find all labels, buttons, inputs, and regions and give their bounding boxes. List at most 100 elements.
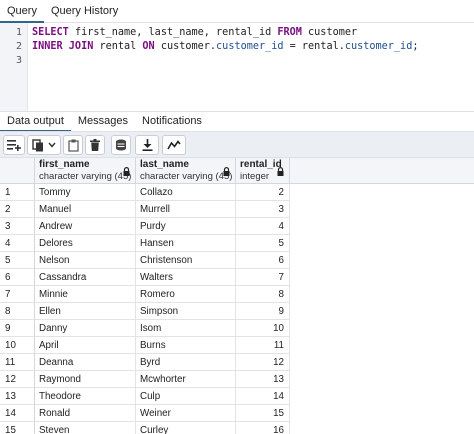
row-number-cell[interactable]: 15 — [0, 422, 35, 434]
first-name-cell[interactable]: Deanna — [35, 354, 136, 371]
table-row[interactable]: 2 Manuel Murrell 3 — [0, 201, 290, 218]
tab-messages[interactable]: Messages — [71, 112, 135, 132]
first-name-cell[interactable]: April — [35, 337, 136, 354]
rental-id-cell[interactable]: 12 — [236, 354, 290, 371]
last-name-cell[interactable]: Collazo — [136, 184, 236, 201]
table-row[interactable]: 15 Steven Curley 16 — [0, 422, 290, 434]
code-line[interactable]: SELECT first_name, last_name, rental_id … — [32, 27, 357, 38]
row-number-cell[interactable]: 1 — [0, 184, 35, 201]
table-row[interactable]: 14 Ronald Weiner 15 — [0, 405, 290, 422]
tab-query[interactable]: Query — [0, 0, 44, 23]
sql-editor[interactable]: 1 2 3 SELECT first_name, last_name, rent… — [0, 23, 474, 111]
lock-icon — [123, 167, 130, 179]
first-name-cell[interactable]: Ellen — [35, 303, 136, 320]
table-row[interactable]: 9 Danny Isom 10 — [0, 320, 290, 337]
table-row[interactable]: 8 Ellen Simpson 9 — [0, 303, 290, 320]
table-row[interactable]: 3 Andrew Purdy 4 — [0, 218, 290, 235]
row-number-cell[interactable]: 8 — [0, 303, 35, 320]
row-number-cell[interactable]: 11 — [0, 354, 35, 371]
table-row[interactable]: 1 Tommy Collazo 2 — [0, 184, 290, 201]
paste-button[interactable] — [63, 135, 83, 155]
first-name-cell[interactable]: Delores — [35, 235, 136, 252]
table-row[interactable]: 12 Raymond Mcwhorter 13 — [0, 371, 290, 388]
row-number-cell[interactable]: 10 — [0, 337, 35, 354]
row-number-cell[interactable]: 7 — [0, 286, 35, 303]
last-name-cell[interactable]: Weiner — [136, 405, 236, 422]
row-number-cell[interactable]: 2 — [0, 201, 35, 218]
tab-data-output[interactable]: Data output — [0, 112, 71, 132]
table-row[interactable]: 11 Deanna Byrd 12 — [0, 354, 290, 371]
row-number-cell[interactable]: 12 — [0, 371, 35, 388]
rental-id-cell[interactable]: 7 — [236, 269, 290, 286]
table-row[interactable]: 4 Delores Hansen 5 — [0, 235, 290, 252]
last-name-cell[interactable]: Byrd — [136, 354, 236, 371]
rental-id-cell[interactable]: 11 — [236, 337, 290, 354]
rental-id-cell[interactable]: 15 — [236, 405, 290, 422]
download-button[interactable] — [135, 135, 159, 155]
last-name-cell[interactable]: Burns — [136, 337, 236, 354]
copy-button[interactable] — [27, 135, 61, 155]
column-header-rental-id[interactable]: rental_id integer — [236, 158, 290, 184]
last-name-cell[interactable]: Hansen — [136, 235, 236, 252]
data-output-grid[interactable]: first_name character varying (45) last_n… — [0, 158, 474, 434]
first-name-cell[interactable]: Tommy — [35, 184, 136, 201]
first-name-cell[interactable]: Andrew — [35, 218, 136, 235]
first-name-cell[interactable]: Steven — [35, 422, 136, 434]
row-number-cell[interactable]: 4 — [0, 235, 35, 252]
column-header-last-name[interactable]: last_name character varying (45) — [136, 158, 236, 184]
last-name-cell[interactable]: Culp — [136, 388, 236, 405]
last-name-cell[interactable]: Walters — [136, 269, 236, 286]
first-name-cell[interactable]: Raymond — [35, 371, 136, 388]
last-name-cell[interactable]: Mcwhorter — [136, 371, 236, 388]
table-row[interactable]: 5 Nelson Christenson 6 — [0, 252, 290, 269]
sql-text: first_name, last_name, rental_id — [68, 27, 278, 38]
rental-id-cell[interactable]: 3 — [236, 201, 290, 218]
last-name-cell[interactable]: Romero — [136, 286, 236, 303]
rental-id-cell[interactable]: 5 — [236, 235, 290, 252]
row-number-cell[interactable]: 9 — [0, 320, 35, 337]
first-name-cell[interactable]: Ronald — [35, 405, 136, 422]
table-row[interactable]: 7 Minnie Romero 8 — [0, 286, 290, 303]
save-data-button[interactable] — [111, 135, 131, 155]
rental-id-cell[interactable]: 2 — [236, 184, 290, 201]
graph-visualiser-button[interactable] — [162, 135, 186, 155]
rental-id-cell[interactable]: 4 — [236, 218, 290, 235]
last-name-cell[interactable]: Isom — [136, 320, 236, 337]
line-number: 2 — [15, 41, 22, 52]
tab-query-history[interactable]: Query History — [44, 0, 125, 23]
tab-notifications[interactable]: Notifications — [135, 112, 209, 132]
last-name-cell[interactable]: Christenson — [136, 252, 236, 269]
last-name-cell[interactable]: Murrell — [136, 201, 236, 218]
last-name-cell[interactable]: Simpson — [136, 303, 236, 320]
rental-id-cell[interactable]: 10 — [236, 320, 290, 337]
last-name-cell[interactable]: Purdy — [136, 218, 236, 235]
row-number-cell[interactable]: 5 — [0, 252, 35, 269]
table-row[interactable]: 10 April Burns 11 — [0, 337, 290, 354]
rental-id-cell[interactable]: 8 — [236, 286, 290, 303]
line-number-gutter: 1 2 3 — [0, 23, 28, 111]
table-row[interactable]: 13 Theodore Culp 14 — [0, 388, 290, 405]
rental-id-cell[interactable]: 13 — [236, 371, 290, 388]
rental-id-cell[interactable]: 9 — [236, 303, 290, 320]
first-name-cell[interactable]: Manuel — [35, 201, 136, 218]
row-number-cell[interactable]: 14 — [0, 405, 35, 422]
row-number-cell[interactable]: 3 — [0, 218, 35, 235]
rental-id-cell[interactable]: 6 — [236, 252, 290, 269]
table-row[interactable]: 6 Cassandra Walters 7 — [0, 269, 290, 286]
row-number-header[interactable] — [0, 158, 35, 184]
first-name-cell[interactable]: Danny — [35, 320, 136, 337]
first-name-cell[interactable]: Nelson — [35, 252, 136, 269]
last-name-cell[interactable]: Curley — [136, 422, 236, 434]
chevron-down-icon[interactable] — [48, 142, 56, 148]
rental-id-cell[interactable]: 16 — [236, 422, 290, 434]
first-name-cell[interactable]: Minnie — [35, 286, 136, 303]
column-header-first-name[interactable]: first_name character varying (45) — [35, 158, 136, 184]
code-line[interactable]: INNER JOIN rental ON customer.customer_i… — [32, 41, 418, 52]
row-number-cell[interactable]: 6 — [0, 269, 35, 286]
first-name-cell[interactable]: Theodore — [35, 388, 136, 405]
first-name-cell[interactable]: Cassandra — [35, 269, 136, 286]
rental-id-cell[interactable]: 14 — [236, 388, 290, 405]
add-row-button[interactable] — [3, 135, 25, 155]
row-number-cell[interactable]: 13 — [0, 388, 35, 405]
delete-button[interactable] — [85, 135, 105, 155]
